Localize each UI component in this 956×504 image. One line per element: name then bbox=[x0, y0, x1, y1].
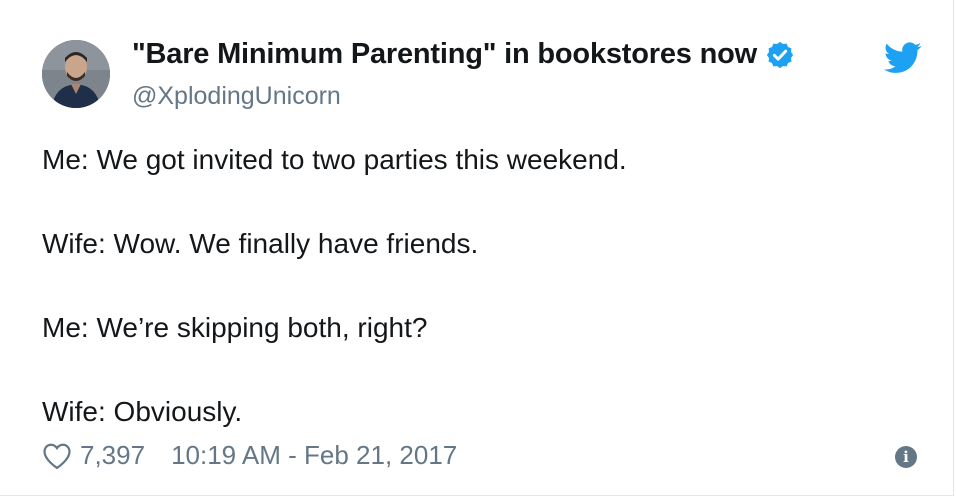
tweet-card: "Bare Minimum Parenting" in bookstores n… bbox=[0, 0, 954, 496]
tweet-line: Wife: Wow. We finally have friends. bbox=[42, 228, 479, 259]
like-count[interactable]: 7,397 bbox=[80, 440, 145, 471]
tweet-line: Wife: Obviously. bbox=[42, 396, 243, 427]
tweet-line: Me: We’re skipping both, right? bbox=[42, 312, 428, 343]
tweet-line: Me: We got invited to two parties this w… bbox=[42, 144, 627, 175]
twitter-bird-icon[interactable] bbox=[884, 42, 922, 74]
tweet-footer: 7,397 10:19 AM - Feb 21, 2017 bbox=[42, 440, 457, 471]
tweet-timestamp[interactable]: 10:19 AM - Feb 21, 2017 bbox=[171, 440, 457, 471]
heart-icon[interactable] bbox=[42, 442, 72, 470]
avatar[interactable] bbox=[42, 40, 110, 108]
author-display-name[interactable]: "Bare Minimum Parenting" in bookstores n… bbox=[132, 38, 757, 71]
author-username[interactable]: @XplodingUnicorn bbox=[132, 82, 341, 111]
verified-badge-icon bbox=[766, 41, 794, 68]
author-name-row: "Bare Minimum Parenting" in bookstores n… bbox=[132, 38, 795, 71]
avatar-image bbox=[42, 40, 110, 108]
info-icon[interactable]: i bbox=[895, 446, 917, 468]
